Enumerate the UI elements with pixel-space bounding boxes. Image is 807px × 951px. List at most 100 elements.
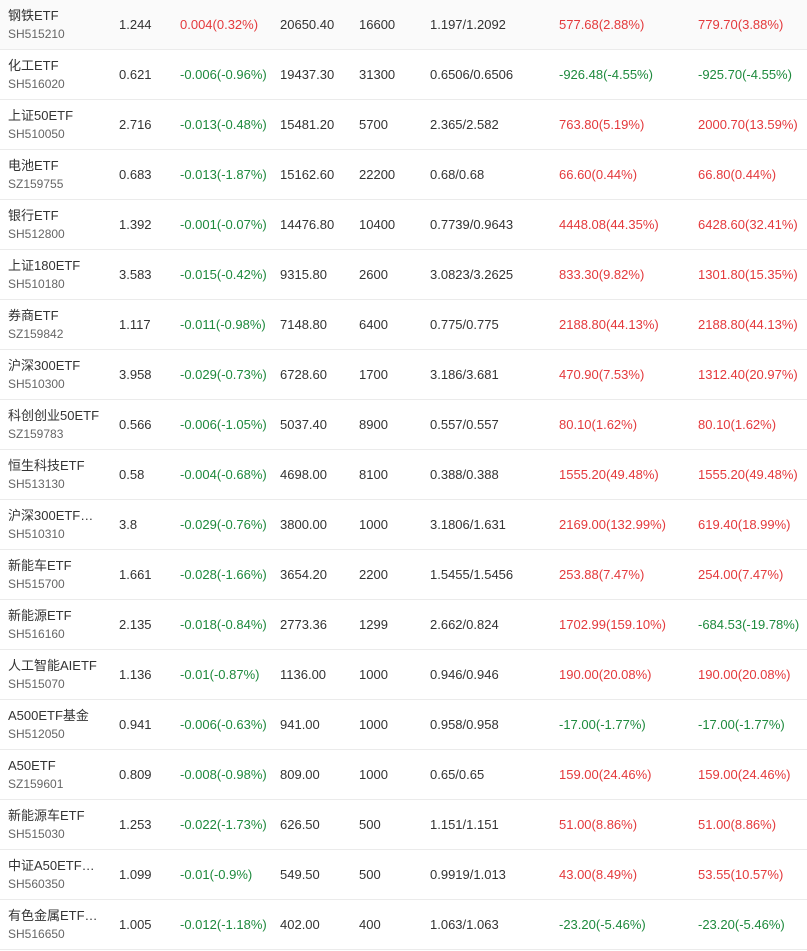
position-pnl: 1702.99(159.10%): [559, 617, 666, 632]
last-price: 1.661: [119, 567, 152, 582]
holding-row[interactable]: 新能源车ETF SH515030 1.253 -0.022(-1.73%) 626.50…: [0, 800, 807, 850]
position-pnl: 833.30(9.82%): [559, 267, 645, 282]
price-change: -0.008(-0.98%): [180, 767, 267, 782]
fund-code: SZ159783: [8, 427, 64, 441]
position-pnl: -926.48(-4.55%): [559, 67, 653, 82]
price-change: 0.004(0.32%): [180, 17, 259, 32]
holding-row[interactable]: 上证50ETF SH510050 2.716 -0.013(-0.48%) 15481.…: [0, 100, 807, 150]
share-quantity: 6400: [359, 317, 388, 332]
cost-price: 0.65/0.65: [430, 767, 485, 782]
last-price: 3.958: [119, 367, 152, 382]
fund-name-cell: 新能源车ETF SH515030: [8, 800, 108, 849]
share-quantity: 10400: [359, 217, 396, 232]
cost-price: 0.6506/0.6506: [430, 67, 514, 82]
holding-row[interactable]: 恒生科技ETF SH513130 0.58 -0.004(-0.68%) 4698.00…: [0, 450, 807, 500]
total-pnl: 66.80(0.44%): [698, 167, 777, 182]
share-quantity: 1000: [359, 767, 388, 782]
cost-price: 0.946/0.946: [430, 667, 499, 682]
price-change: -0.006(-0.63%): [180, 717, 267, 732]
share-quantity: 1000: [359, 517, 388, 532]
market-value: 15162.60: [280, 167, 335, 182]
share-quantity: 5700: [359, 117, 388, 132]
holding-row[interactable]: 新能车ETF SH515700 1.661 -0.028(-1.66%) 3654.20…: [0, 550, 807, 600]
position-pnl: 763.80(5.19%): [559, 117, 645, 132]
fund-name-cell: 人工智能AIETF SH515070: [8, 650, 108, 699]
holding-row[interactable]: 人工智能AIETF SH515070 1.136 -0.01(-0.87%) 1136.…: [0, 650, 807, 700]
position-pnl: 577.68(2.88%): [559, 17, 645, 32]
market-value: 9315.80: [280, 267, 327, 282]
holding-row[interactable]: 沪深300ETF SH510300 3.958 -0.029(-0.73%) 6728.…: [0, 350, 807, 400]
cost-price: 0.7739/0.9643: [430, 217, 514, 232]
share-quantity: 16600: [359, 17, 396, 32]
total-pnl: -684.53(-19.78%): [698, 617, 800, 632]
position-pnl: 80.10(1.62%): [559, 417, 638, 432]
cost-price: 0.958/0.958: [430, 717, 499, 732]
share-quantity: 22200: [359, 167, 396, 182]
position-pnl: 4448.08(44.35%): [559, 217, 659, 232]
total-pnl: 80.10(1.62%): [698, 417, 777, 432]
fund-name-cell: 科创创业50ETF SZ159783: [8, 400, 108, 449]
holding-row[interactable]: 有色金属ETF… SH516650 1.005 -0.012(-1.18%) 402.0…: [0, 900, 807, 950]
total-pnl: 53.55(10.57%): [698, 867, 784, 882]
price-change: -0.011(-0.98%): [180, 317, 266, 332]
fund-name-cell: 恒生科技ETF SH513130: [8, 450, 108, 499]
fund-code: SH510300: [8, 377, 65, 391]
fund-name: 钢铁ETF: [8, 8, 59, 23]
share-quantity: 1000: [359, 667, 388, 682]
fund-name: A500ETF基金: [8, 708, 89, 723]
holding-row[interactable]: 新能源ETF SH516160 2.135 -0.018(-0.84%) 2773.36…: [0, 600, 807, 650]
fund-code: SH515030: [8, 827, 65, 841]
market-value: 1136.00: [280, 667, 327, 682]
price-change: -0.015(-0.42%): [180, 267, 267, 282]
total-pnl: 1312.40(20.97%): [698, 367, 798, 382]
position-pnl: 159.00(24.46%): [559, 767, 652, 782]
fund-code: SZ159842: [8, 327, 64, 341]
total-pnl: 2000.70(13.59%): [698, 117, 798, 132]
fund-code: SH516020: [8, 77, 65, 91]
fund-code: SH515070: [8, 677, 65, 691]
holding-row[interactable]: 银行ETF SH512800 1.392 -0.001(-0.07%) 14476.80…: [0, 200, 807, 250]
price-change: -0.01(-0.9%): [180, 867, 253, 882]
fund-name: 科创创业50ETF: [8, 408, 100, 423]
holding-row[interactable]: A500ETF基金 SH512050 0.941 -0.006(-0.63%) 941.…: [0, 700, 807, 750]
holding-row[interactable]: 钢铁ETF SH515210 1.244 0.004(0.32%) 20650.40 16…: [0, 0, 807, 50]
total-pnl: -23.20(-5.46%): [698, 917, 785, 932]
fund-name: A50ETF: [8, 758, 56, 773]
fund-name-cell: 电池ETF SZ159755: [8, 150, 108, 199]
fund-name: 券商ETF: [8, 308, 59, 323]
market-value: 941.00: [280, 717, 320, 732]
position-pnl: 2169.00(132.99%): [559, 517, 666, 532]
last-price: 2.135: [119, 617, 152, 632]
fund-name-cell: A500ETF基金 SH512050: [8, 700, 108, 749]
fund-code: SZ159755: [8, 177, 64, 191]
holding-row[interactable]: 电池ETF SZ159755 0.683 -0.013(-1.87%) 15162.60…: [0, 150, 807, 200]
share-quantity: 1299: [359, 617, 388, 632]
cost-price: 1.151/1.151: [430, 817, 499, 832]
fund-code: SH515210: [8, 27, 65, 41]
holdings-rows: 钢铁ETF SH515210 1.244 0.004(0.32%) 20650.40 16…: [0, 0, 807, 950]
holding-row[interactable]: 券商ETF SZ159842 1.117 -0.011(-0.98%) 7148.80 6…: [0, 300, 807, 350]
share-quantity: 500: [359, 817, 381, 832]
fund-code: SH512800: [8, 227, 65, 241]
fund-name-cell: 上证180ETF SH510180: [8, 250, 108, 299]
last-price: 1.136: [119, 667, 152, 682]
total-pnl: 619.40(18.99%): [698, 517, 791, 532]
fund-name-cell: 化工ETF SH516020: [8, 50, 108, 99]
holding-row[interactable]: 化工ETF SH516020 0.621 -0.006(-0.96%) 19437.30…: [0, 50, 807, 100]
market-value: 19437.30: [280, 67, 335, 82]
fund-name-cell: 沪深300ETF… SH510310: [8, 500, 108, 549]
price-change: -0.029(-0.76%): [180, 517, 267, 532]
holding-row[interactable]: 中证A50ETF… SH560350 1.099 -0.01(-0.9%) 549.50…: [0, 850, 807, 900]
fund-name-cell: 上证50ETF SH510050: [8, 100, 108, 149]
position-pnl: 43.00(8.49%): [559, 867, 638, 882]
share-quantity: 31300: [359, 67, 396, 82]
holding-row[interactable]: 沪深300ETF… SH510310 3.8 -0.029(-0.76%) 3800.0…: [0, 500, 807, 550]
total-pnl: 2188.80(44.13%): [698, 317, 798, 332]
price-change: -0.006(-1.05%): [180, 417, 267, 432]
position-pnl: 66.60(0.44%): [559, 167, 638, 182]
holding-row[interactable]: A50ETF SZ159601 0.809 -0.008(-0.98%) 809.00 1…: [0, 750, 807, 800]
holding-row[interactable]: 上证180ETF SH510180 3.583 -0.015(-0.42%) 9315.…: [0, 250, 807, 300]
fund-name: 沪深300ETF: [8, 358, 81, 373]
price-change: -0.022(-1.73%): [180, 817, 267, 832]
holding-row[interactable]: 科创创业50ETF SZ159783 0.566 -0.006(-1.05%) 5037…: [0, 400, 807, 450]
